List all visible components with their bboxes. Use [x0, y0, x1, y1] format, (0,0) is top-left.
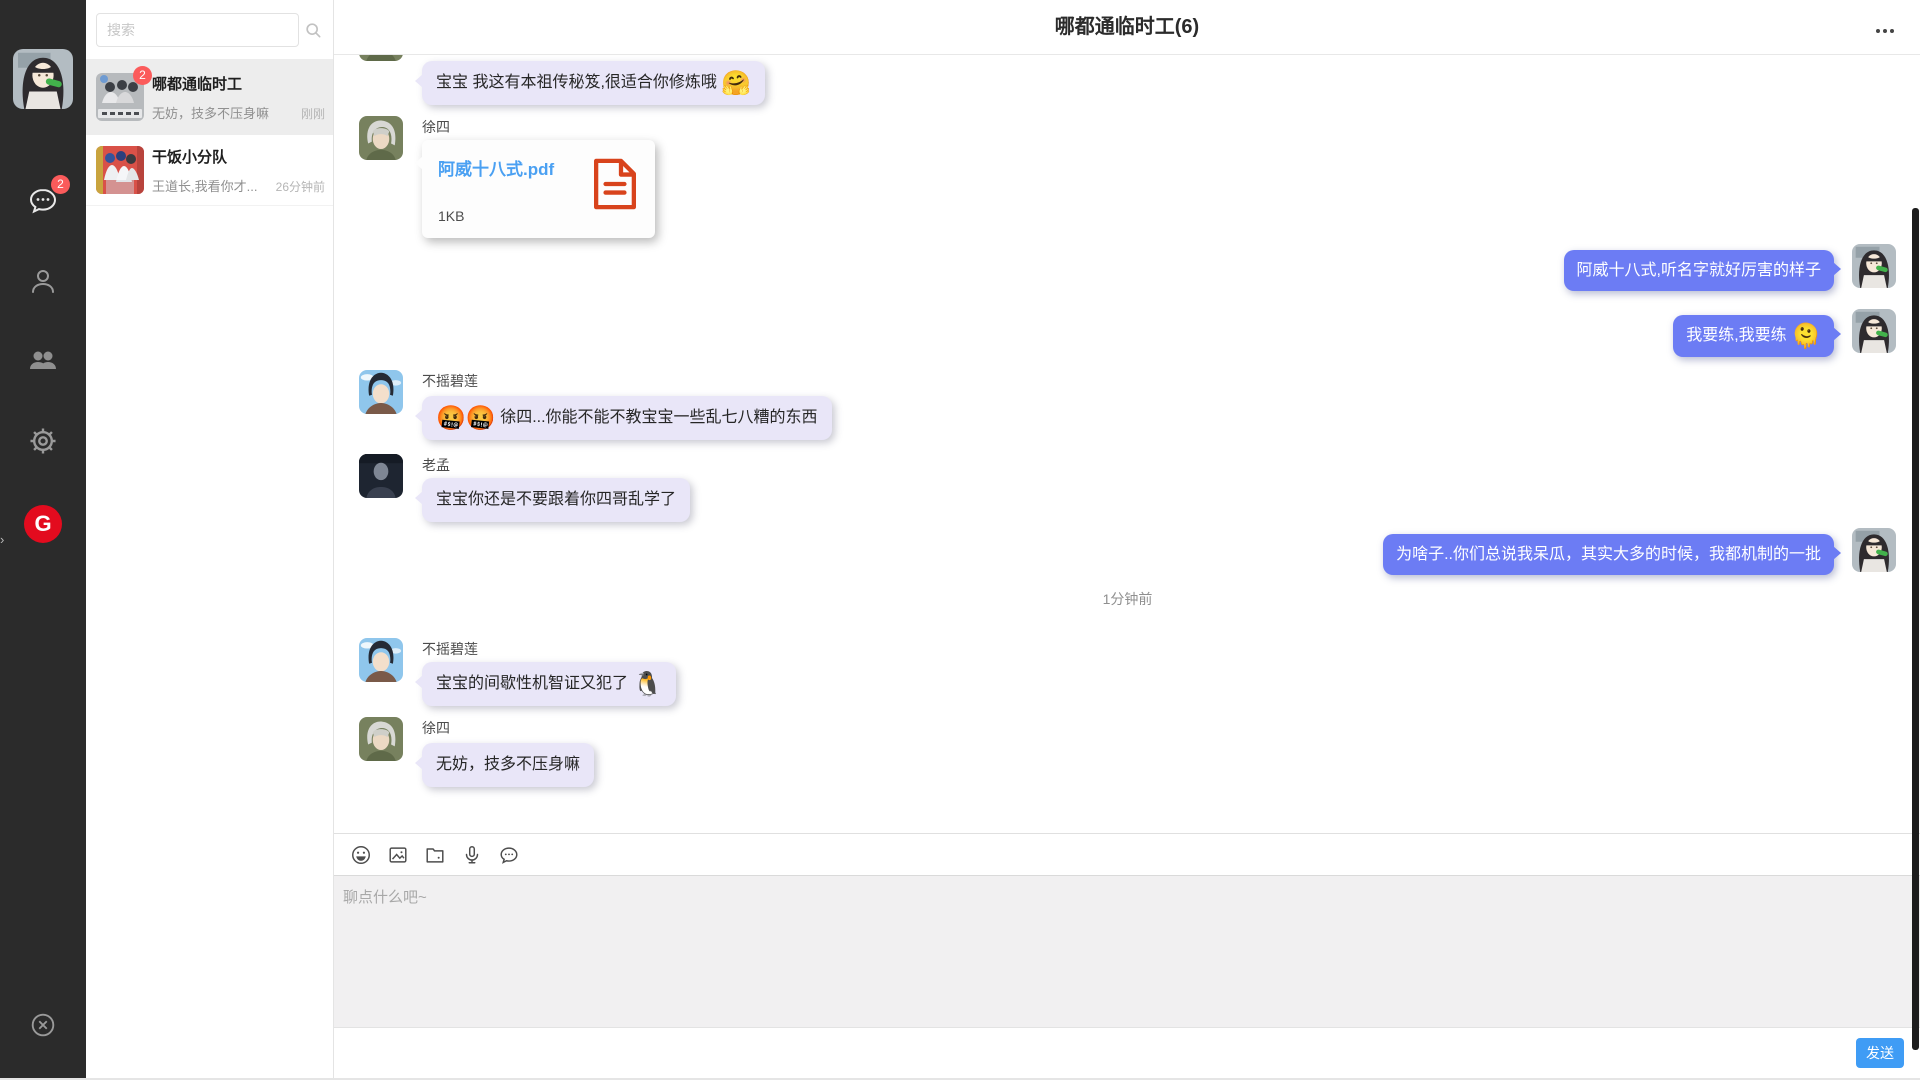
conversation-list: 2 哪都通临时工 无妨，技多不压身嘛 刚刚 干饭小分队 王道长,我看你才... …	[86, 0, 334, 1078]
avatar-self[interactable]	[1852, 528, 1896, 572]
message-row: 阿威十八式,听名字就好厉害的样子	[359, 244, 1896, 291]
pdf-file-icon	[591, 155, 639, 224]
app-window: 2 G 2	[0, 0, 1920, 1080]
group-icon	[27, 344, 59, 376]
message-row: 不摇碧莲 宝宝的间歇性机智证又犯了 🐧	[359, 638, 1896, 706]
send-row: 发送	[334, 1028, 1920, 1078]
close-circle-icon	[28, 1010, 58, 1040]
conversation-title: 哪都通临时工	[152, 73, 325, 94]
sender-name: 徐四	[422, 116, 450, 138]
message-row: 徐四 无妨，技多不压身嘛	[359, 717, 1896, 787]
unread-count-badge: 2	[133, 66, 152, 85]
message-bubble: 🤬🤬 徐四...你能不能不教宝宝一些乱七八糟的东西	[422, 396, 832, 440]
composer: 发送	[334, 833, 1920, 1078]
message-row: 宝宝 我这有本祖传秘笈,很适合你修炼哦 🤗	[359, 55, 1896, 105]
conversation-time: 刚刚	[301, 105, 325, 122]
sender-name: 不摇碧莲	[422, 370, 478, 392]
message-bubble: 为啥子..你们总说我呆瓜，其实大多的时候，我都机制的一批	[1383, 534, 1834, 575]
image-icon[interactable]	[386, 843, 410, 867]
contacts-nav-button[interactable]	[27, 265, 59, 297]
message-row: 老孟 宝宝你还是不要跟着你四哥乱学了	[359, 454, 1896, 522]
scrollbar[interactable]	[1912, 208, 1919, 1050]
conversation-item-nadoutong[interactable]: 2 哪都通临时工 无妨，技多不压身嘛 刚刚	[86, 59, 333, 135]
group-avatar: 2	[96, 73, 144, 121]
groups-nav-button[interactable]	[27, 344, 59, 376]
search-bar	[86, 0, 333, 59]
conversation-preview: 王道长,我看你才...	[152, 176, 257, 195]
settings-nav-button[interactable]	[27, 425, 59, 457]
unread-count-badge: 2	[51, 175, 70, 194]
avatar-xusi[interactable]	[359, 717, 403, 761]
message-row: 不摇碧莲 🤬🤬 徐四...你能不能不教宝宝一些乱七八糟的东西	[359, 370, 1896, 440]
app-logo[interactable]: G	[24, 505, 62, 543]
conversation-item-ganfan[interactable]: 干饭小分队 王道长,我看你才... 26分钟前	[86, 135, 333, 206]
emoji-icon[interactable]	[349, 843, 373, 867]
melting-face-emoji: 🫠	[1791, 323, 1821, 350]
message-row: 为啥子..你们总说我呆瓜，其实大多的时候，我都机制的一批	[359, 528, 1896, 575]
avatar-bilian[interactable]	[359, 370, 403, 414]
avatar-laomeng[interactable]	[359, 454, 403, 498]
message-list: 宝宝 我这有本祖传秘笈,很适合你修炼哦 🤗 徐四 阿威十八式.pdf 1KB	[334, 55, 1920, 833]
folder-icon[interactable]	[423, 843, 447, 867]
file-size: 1KB	[438, 208, 554, 224]
time-divider: 1分钟前	[359, 589, 1896, 609]
nav-rail: 2 G	[0, 0, 86, 1078]
chat-title: 哪都通临时工(6)	[334, 0, 1920, 55]
conversation-time: 26分钟前	[276, 178, 325, 195]
group-avatar	[96, 146, 144, 194]
collapse-handle-icon[interactable]	[0, 530, 8, 550]
chat-history-icon[interactable]	[497, 843, 521, 867]
user-avatar[interactable]	[13, 49, 73, 109]
search-icon[interactable]	[299, 13, 327, 47]
chat-panel: 哪都通临时工(6) 宝宝 我这有本祖传秘笈,很适合你修炼哦 🤗 徐四 阿威十八式…	[334, 0, 1920, 1078]
sender-name: 不摇碧莲	[422, 638, 478, 660]
avatar-bilian[interactable]	[359, 638, 403, 682]
message-bubble: 宝宝 我这有本祖传秘笈,很适合你修炼哦 🤗	[422, 61, 765, 105]
avatar-xusi[interactable]	[359, 116, 403, 160]
sender-name: 老孟	[422, 454, 450, 476]
message-row: 徐四 阿威十八式.pdf 1KB	[359, 116, 1896, 238]
penguin-emoji: 🐧	[632, 671, 662, 698]
avatar-xusi[interactable]	[359, 55, 403, 61]
conversation-title: 干饭小分队	[152, 146, 325, 167]
message-input[interactable]	[334, 875, 1920, 1028]
sender-name: 徐四	[422, 717, 450, 739]
logout-button[interactable]	[28, 1010, 58, 1040]
chats-nav-button[interactable]: 2	[27, 184, 59, 216]
message-row: 我要练,我要练 🫠	[359, 309, 1896, 357]
logo-letter: G	[34, 511, 51, 536]
composer-toolbar	[334, 833, 1920, 875]
send-button[interactable]: 发送	[1856, 1038, 1904, 1068]
avatar-self[interactable]	[1852, 309, 1896, 353]
chat-header: 哪都通临时工(6)	[334, 0, 1920, 55]
file-name[interactable]: 阿威十八式.pdf	[438, 155, 554, 180]
conversation-preview: 无妨，技多不压身嘛	[152, 103, 269, 122]
angry-face-emoji: 🤬🤬	[436, 405, 496, 432]
person-icon	[27, 265, 59, 297]
message-bubble: 宝宝的间歇性机智证又犯了 🐧	[422, 662, 676, 706]
message-bubble: 我要练,我要练 🫠	[1673, 315, 1834, 357]
hugging-face-emoji: 🤗	[721, 70, 751, 97]
search-input[interactable]	[96, 13, 299, 47]
message-bubble: 宝宝你还是不要跟着你四哥乱学了	[422, 478, 690, 522]
microphone-icon[interactable]	[460, 843, 484, 867]
avatar-self[interactable]	[1852, 244, 1896, 288]
gear-icon	[27, 425, 59, 457]
message-bubble: 阿威十八式,听名字就好厉害的样子	[1564, 250, 1834, 291]
file-attachment-card[interactable]: 阿威十八式.pdf 1KB	[422, 140, 655, 238]
more-menu-icon[interactable]	[1872, 25, 1898, 37]
message-bubble: 无妨，技多不压身嘛	[422, 743, 594, 787]
